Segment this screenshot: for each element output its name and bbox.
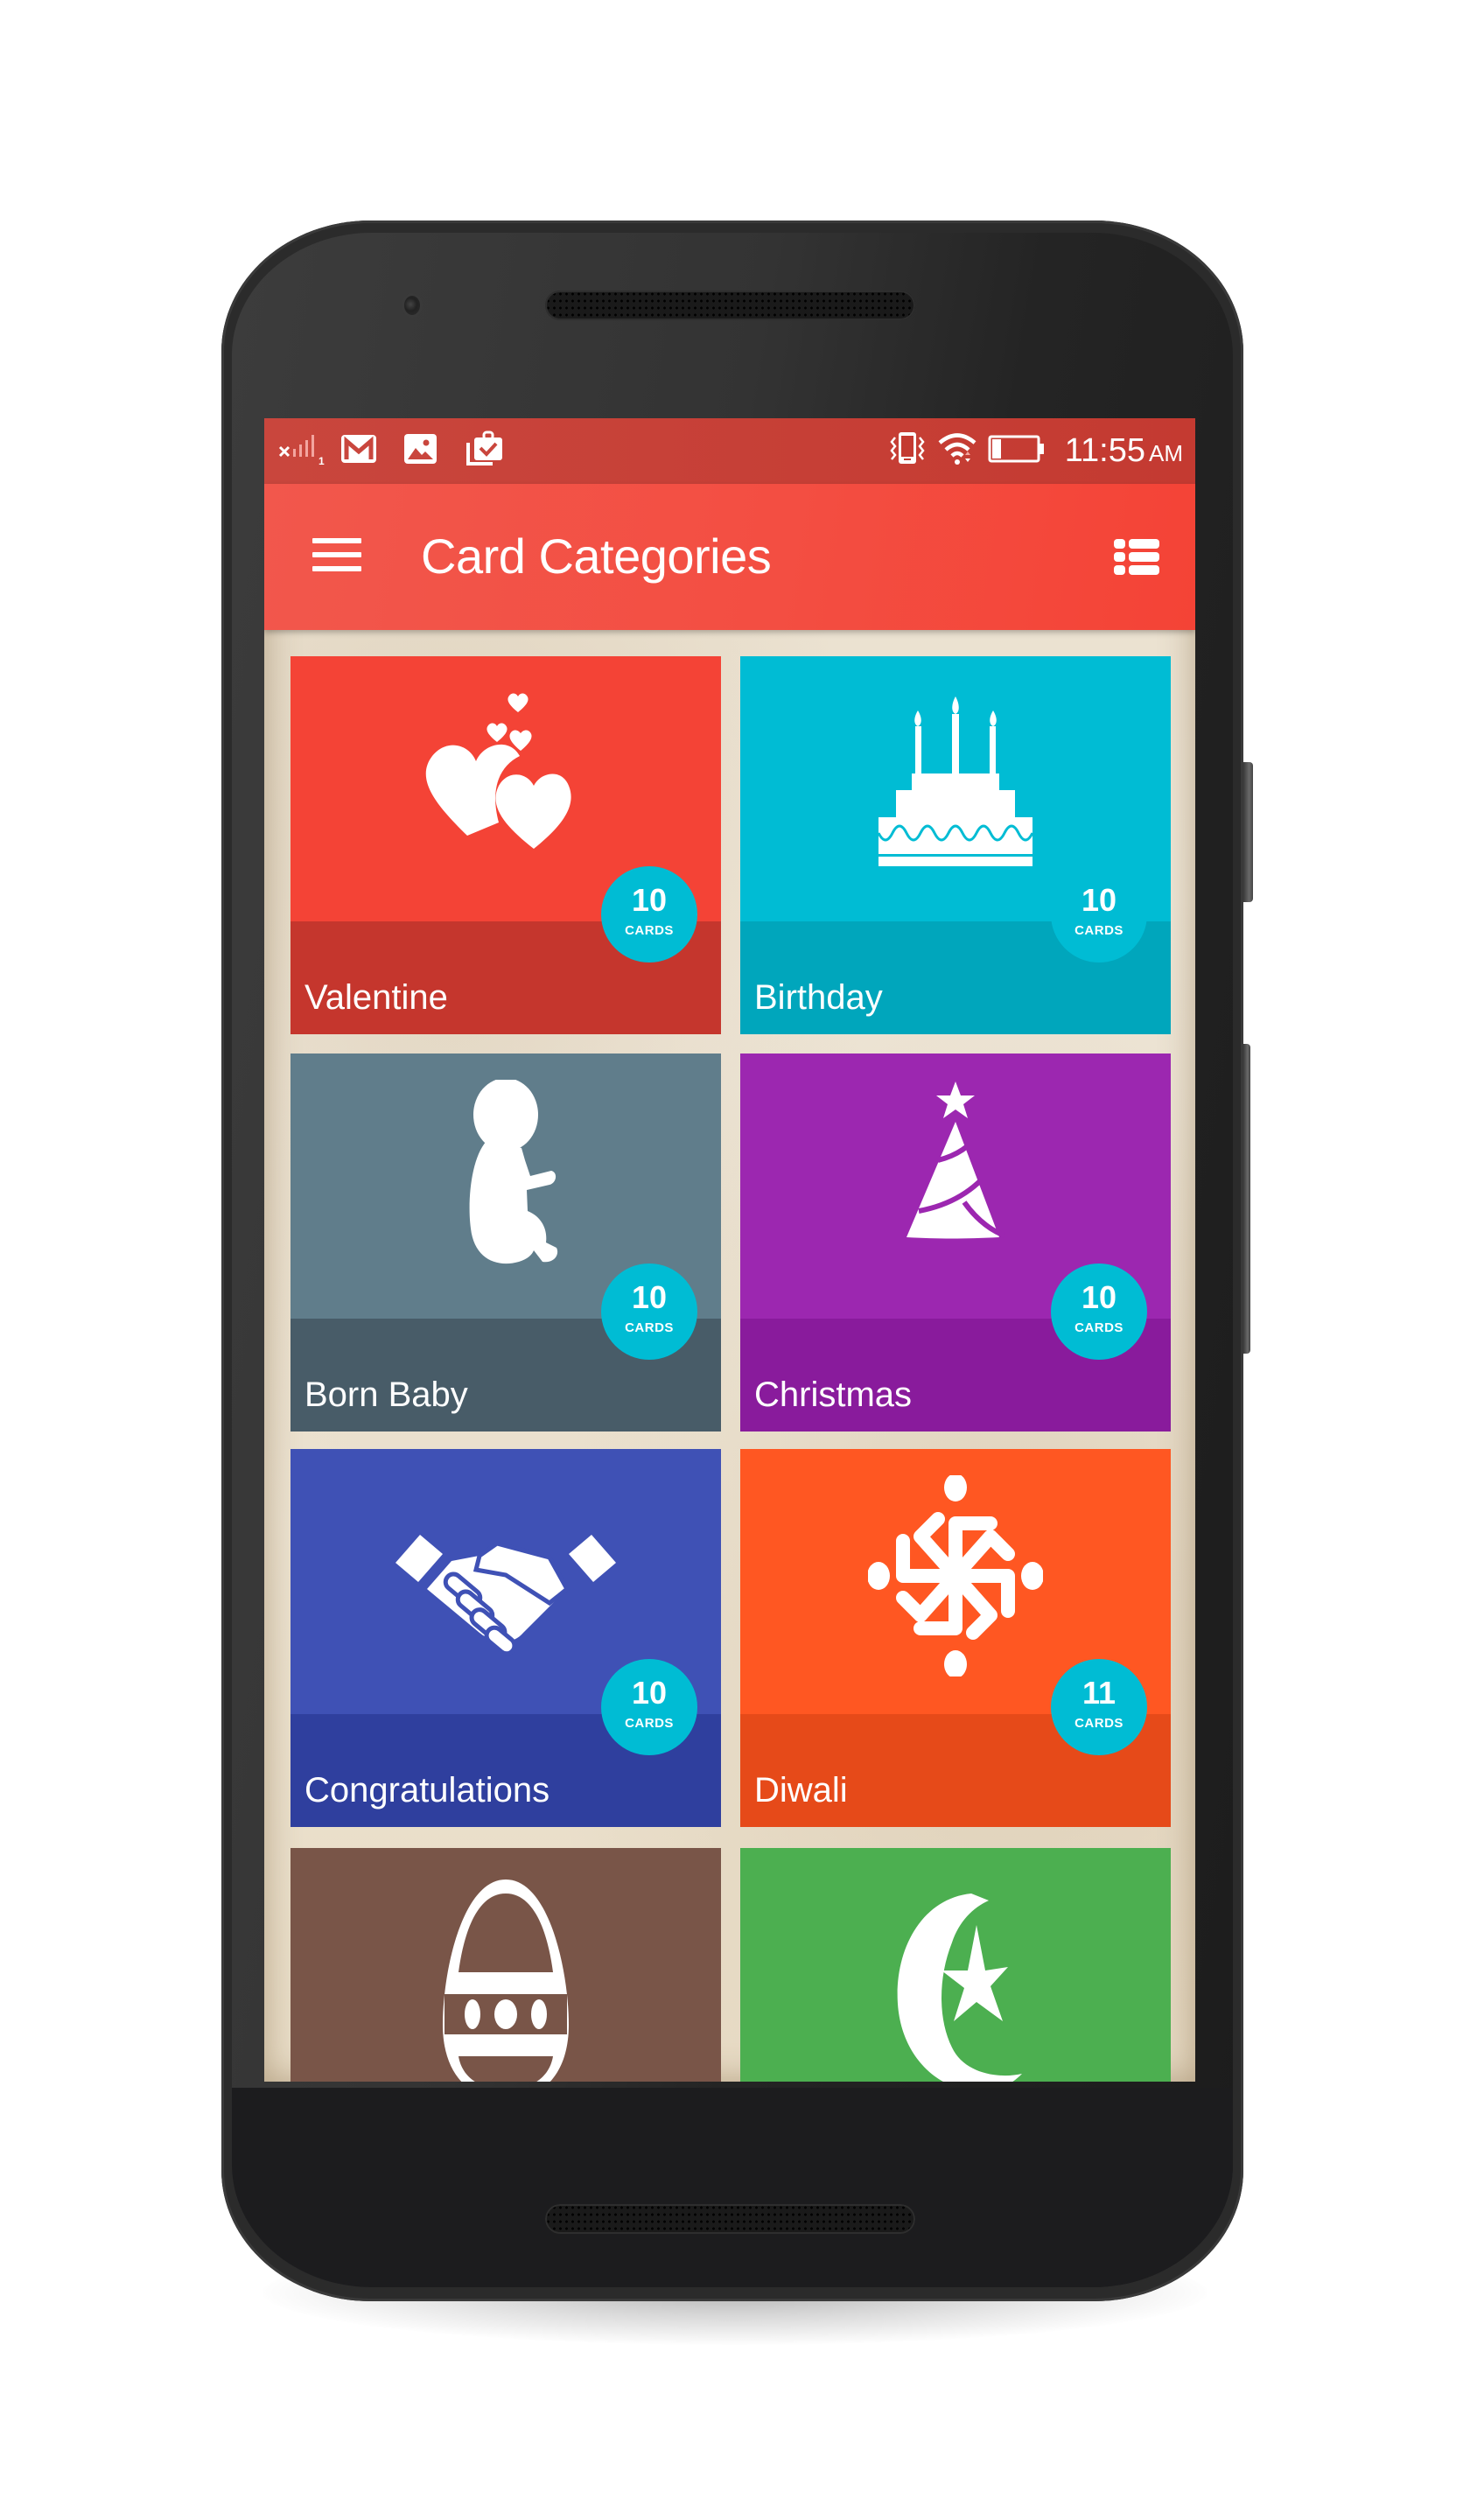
clock-time: 11:55 xyxy=(1064,432,1145,469)
clipboard-check-icon xyxy=(465,430,505,472)
crescent-star-icon xyxy=(897,1894,1022,2082)
card-count-badge: 10 CARDS xyxy=(1051,1264,1147,1360)
card-count-unit: CARDS xyxy=(1074,1320,1124,1335)
power-button xyxy=(1243,762,1253,902)
card-count: 11 xyxy=(1082,1675,1116,1711)
card-count-badge: 10 CARDS xyxy=(1051,866,1147,962)
list-view-icon[interactable] xyxy=(1114,539,1159,576)
earpiece-speaker xyxy=(545,290,915,320)
category-card-congratulations[interactable]: Congratulations 10 CARDS xyxy=(290,1449,721,1827)
christmas-tree-icon xyxy=(906,1082,1006,1239)
status-clock: 11:55 AM xyxy=(1065,432,1183,470)
card-count: 10 xyxy=(631,1675,668,1711)
category-card-valentine[interactable]: Valentine 10 CARDS xyxy=(290,656,721,1034)
status-left: 1 xyxy=(276,418,505,484)
app-bar: Card Categories xyxy=(264,484,1195,630)
category-card-birthday[interactable]: Birthday 10 CARDS xyxy=(740,656,1171,1034)
clock-ampm: AM xyxy=(1149,440,1183,466)
status-bar: 1 11:55 AM xyxy=(264,418,1195,484)
category-card-christmas[interactable]: Christmas 10 CARDS xyxy=(740,1054,1171,1432)
card-count-unit: CARDS xyxy=(1074,923,1124,938)
card-count-unit: CARDS xyxy=(625,923,674,938)
category-card-easter[interactable] xyxy=(290,1848,721,2082)
phone-screen: 1 11:55 AM Card Categories Valentine 10 … xyxy=(264,418,1195,2082)
category-card-born-baby[interactable]: Born Baby 10 CARDS xyxy=(290,1054,721,1432)
sim-slot-label: 1 xyxy=(318,454,325,467)
wifi-icon xyxy=(937,431,977,471)
vibrate-icon xyxy=(888,430,927,472)
battery-icon xyxy=(988,434,1046,468)
card-count: 10 xyxy=(1081,1279,1117,1315)
card-count-badge: 10 CARDS xyxy=(601,1659,697,1755)
swastika-icon xyxy=(868,1475,1043,1676)
card-count: 10 xyxy=(1081,882,1117,918)
front-camera xyxy=(404,296,420,315)
card-count-badge: 10 CARDS xyxy=(601,1264,697,1360)
no-sim-signal-icon xyxy=(276,431,338,471)
card-count-badge: 11 CARDS xyxy=(1051,1659,1147,1755)
card-name: Christmas xyxy=(754,1376,913,1414)
bottom-speaker xyxy=(545,2204,915,2234)
card-count-badge: 10 CARDS xyxy=(601,866,697,962)
handshake-icon xyxy=(396,1535,616,1656)
baby-icon xyxy=(469,1080,558,1264)
card-name: Birthday xyxy=(754,978,883,1017)
volume-button xyxy=(1243,1044,1250,1354)
page-title: Card Categories xyxy=(421,528,772,584)
gallery-icon xyxy=(403,432,438,470)
hearts-icon xyxy=(425,693,571,849)
category-card-eid[interactable] xyxy=(740,1848,1171,2082)
card-name: Born Baby xyxy=(304,1376,468,1414)
gmail-icon xyxy=(340,432,377,470)
card-count-unit: CARDS xyxy=(625,1716,674,1731)
easter-egg-icon xyxy=(443,1880,569,2082)
card-name: Valentine xyxy=(304,978,448,1017)
card-count-unit: CARDS xyxy=(625,1320,674,1335)
card-name: Congratulations xyxy=(304,1771,550,1810)
card-count: 10 xyxy=(631,1279,668,1315)
status-right: 11:55 AM xyxy=(888,418,1183,484)
card-count: 10 xyxy=(631,882,668,918)
hamburger-menu-icon[interactable] xyxy=(312,538,361,571)
birthday-cake-icon xyxy=(877,696,1034,866)
card-count-unit: CARDS xyxy=(1074,1716,1124,1731)
card-name: Diwali xyxy=(754,1771,848,1810)
category-card-diwali[interactable]: Diwali 11 CARDS xyxy=(740,1449,1171,1827)
